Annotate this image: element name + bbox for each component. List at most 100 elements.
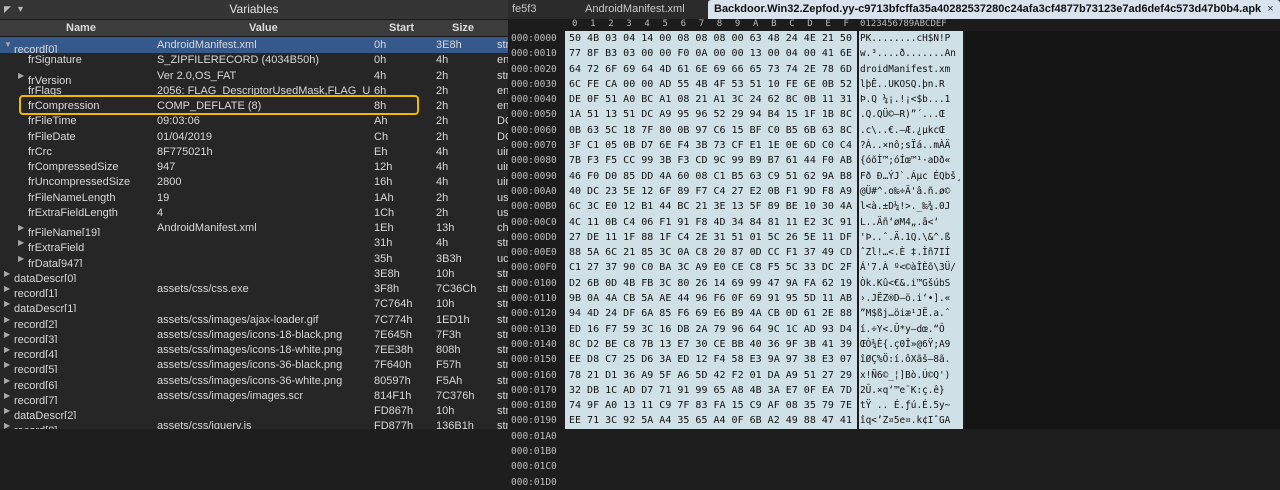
hex-row[interactable]: D2 6B 0D 4B FB 3C 80 26 14 69 99 47 9A F…: [565, 276, 857, 291]
hex-row[interactable]: DE 0F 51 A0 BC A1 08 21 A1 3C 24 62 8C 0…: [565, 92, 857, 107]
collapse-triangle-icon[interactable]: ◤: [4, 0, 11, 19]
tree-collapsed-icon[interactable]: ▶: [4, 418, 14, 429]
variable-row[interactable]: ▶frVersionVer 2.0,OS_FAT4h2hstr: [0, 68, 508, 84]
variable-row[interactable]: ▶record[3]assets/css/images/icons-18-bla…: [0, 327, 508, 343]
variable-row[interactable]: frFileNameLength191Ah2hush: [0, 190, 508, 206]
ascii-row[interactable]: L..Äñ‘øM4„.â<‘: [859, 215, 963, 230]
ascii-row[interactable]: .Q.QÜ©–R)”´...Œ: [859, 107, 963, 122]
variable-row[interactable]: frFileTime09:03:06Ah2hDO: [0, 113, 508, 129]
column-header-value[interactable]: Value: [249, 22, 278, 34]
hex-row[interactable]: 7B F3 F5 CC 99 3B F3 CD 9C 99 B9 B7 61 4…: [565, 153, 857, 168]
ascii-row[interactable]: Þ.Q ¼¡.!¡<$b...1: [859, 92, 963, 107]
hex-row[interactable]: 78 21 D1 36 A9 5F A6 5D 42 F2 01 DA A9 5…: [565, 368, 857, 383]
ascii-row[interactable]: Òk.Kû<€&.i™GšúbS: [859, 276, 963, 291]
ascii-row[interactable]: îq<’Z¤5e¤.k¢IˆGA: [859, 413, 963, 428]
tree-collapsed-icon[interactable]: ▶: [4, 266, 14, 282]
variable-row[interactable]: frCompressedSize94712h4huin: [0, 159, 508, 175]
hex-row[interactable]: ED 16 F7 59 3C 16 DB 2A 79 96 64 9C 1C A…: [565, 322, 857, 337]
ascii-row[interactable]: Á'7.À º<©àÎÈõ\3Ü/: [859, 260, 963, 275]
hex-row[interactable]: 64 72 6F 69 64 4D 61 6E 69 66 65 73 74 2…: [565, 62, 857, 77]
tree-collapsed-icon[interactable]: ▶: [18, 235, 28, 251]
variable-row[interactable]: ▼record[0]AndroidManifest.xml0h3E8hstr: [0, 37, 508, 53]
ascii-row[interactable]: l<à.±D¼!>._‰¾.0J: [859, 199, 963, 214]
hex-row[interactable]: 4C 11 0B C4 06 F1 91 F8 4D 34 84 81 11 E…: [565, 215, 857, 230]
close-tab-icon[interactable]: ×: [1267, 3, 1273, 15]
variable-row[interactable]: ▶dataDescr[0]3E8h10hstr: [0, 266, 508, 282]
variable-row[interactable]: frSignatureS_ZIPFILERECORD (4034B50h)0h4…: [0, 52, 508, 68]
hex-row[interactable]: 9B 0A 4A CB 5A AE 44 96 F6 0F 69 91 95 5…: [565, 291, 857, 306]
hex-row[interactable]: 94 4D 24 DF 6A 85 F6 69 E6 B9 4A CB 0D 6…: [565, 306, 857, 321]
panel-menu-chevron-icon[interactable]: ▾: [18, 0, 23, 19]
column-header-start[interactable]: Start: [389, 22, 414, 34]
hex-bytes-area[interactable]: 50 4B 03 04 14 00 08 08 08 00 63 48 24 4…: [565, 31, 857, 429]
tree-collapsed-icon[interactable]: ▶: [4, 342, 14, 358]
hex-row[interactable]: 88 5A 6C 21 85 3C 0A C8 20 87 0D CC F1 3…: [565, 245, 857, 260]
variable-row[interactable]: ▶record[2]assets/css/images/ajax-loader.…: [0, 312, 508, 328]
tree-collapsed-icon[interactable]: ▶: [4, 388, 14, 404]
variable-row[interactable]: ▶record[8]assets/css/jquery.jsFD877h136B…: [0, 418, 508, 429]
hex-row[interactable]: C1 27 37 90 C0 BA 3C A9 E0 CE C8 F5 5C 3…: [565, 260, 857, 275]
variable-row[interactable]: ▶record[4]assets/css/images/icons-18-whi…: [0, 342, 508, 358]
hex-row[interactable]: 6C FE CA 00 00 AD 55 4B 4F 53 51 10 FE 6…: [565, 77, 857, 92]
variable-row[interactable]: frFileDate01/04/2019Ch2hDO: [0, 129, 508, 145]
ascii-row[interactable]: PK........cH$N!P: [859, 31, 963, 46]
ascii-row[interactable]: .c\..€.—Æ.¿µkcŒ: [859, 123, 963, 138]
variable-row[interactable]: ▶frFileName[19]AndroidManifest.xml1Eh13h…: [0, 220, 508, 236]
tree-collapsed-icon[interactable]: ▶: [4, 327, 14, 343]
variable-row[interactable]: ▶record[7]assets/css/images/images.scr81…: [0, 388, 508, 404]
ascii-row[interactable]: Fð Ð…ÝJ`.Áµc ÉQbš¸: [859, 169, 963, 184]
variable-row[interactable]: ▶dataDescr[1]7C764h10hstr: [0, 296, 508, 312]
hex-row[interactable]: 6C 3C E0 12 B1 44 BC 21 3E 13 5F 89 BE 1…: [565, 199, 857, 214]
tree-collapsed-icon[interactable]: ▶: [4, 312, 14, 328]
tab-backdoor-apk[interactable]: Backdoor.Win32.Zepfod.yy-c9713bfcffa35a4…: [708, 0, 1280, 19]
column-header-name[interactable]: Name: [66, 22, 96, 34]
ascii-row[interactable]: í.÷Y<.Û*y–dœ.­“Ô: [859, 322, 963, 337]
tree-collapsed-icon[interactable]: ▶: [18, 68, 28, 84]
variable-row[interactable]: ▶frExtraField31h4hstr: [0, 235, 508, 251]
tree-collapsed-icon[interactable]: ▶: [4, 296, 14, 312]
hex-row[interactable]: 27 DE 11 1F 88 1F C4 2E 31 51 01 5C 26 5…: [565, 230, 857, 245]
ascii-row[interactable]: x!Ñ6©_¦]Bò.Ú©Q'): [859, 368, 963, 383]
hex-row[interactable]: 40 DC 23 5E 12 6F 89 F7 C4 27 E2 0B F1 9…: [565, 184, 857, 199]
hex-row[interactable]: 46 F0 D0 85 DD 4A 60 08 C1 B5 63 C9 51 6…: [565, 169, 857, 184]
ascii-row[interactable]: lþÊ..­UKOSQ.þn.R: [859, 77, 963, 92]
variable-row[interactable]: ▶record[5]assets/css/images/icons-36-bla…: [0, 357, 508, 373]
hex-row[interactable]: 0B 63 5C 18 7F 80 0B 97 C6 15 BF C0 B5 6…: [565, 123, 857, 138]
tab-fe5f3[interactable]: fe5f3: [512, 0, 536, 19]
hex-row[interactable]: EE 71 3C 92 5A A4 35 65 A4 0F 6B A2 49 8…: [565, 413, 857, 428]
ascii-row[interactable]: ”M$ßj…öiæ¹JË.a.ˆ: [859, 306, 963, 321]
hex-row[interactable]: 77 8F B3 03 00 00 F0 0A 00 00 13 00 04 0…: [565, 46, 857, 61]
ascii-row[interactable]: 2Û.­×q‘™e¨K:ç.ê}: [859, 383, 963, 398]
tree-collapsed-icon[interactable]: ▶: [4, 373, 14, 389]
hex-row[interactable]: 74 9F A0 13 11 C9 7F 83 FA 15 C9 AF 08 3…: [565, 398, 857, 413]
tree-collapsed-icon[interactable]: ▶: [4, 357, 14, 373]
ascii-area[interactable]: PK........cH$N!Pw.³....ð.......AndroidMa…: [859, 31, 963, 429]
variable-row[interactable]: ▶record[6]assets/css/images/icons-36-whi…: [0, 373, 508, 389]
ascii-row[interactable]: ŒÒ¾È{.ç0Î»@6Ÿ;A9: [859, 337, 963, 352]
hex-row[interactable]: 3F C1 05 0B D7 6E F4 3B 73 CF E1 1E 0E 6…: [565, 138, 857, 153]
variable-row[interactable]: ▶dataDescr[2]FD867h10hstr: [0, 403, 508, 419]
tree-collapsed-icon[interactable]: ▶: [18, 220, 28, 236]
ascii-row[interactable]: droidManifest.xm: [859, 62, 963, 77]
ascii-row[interactable]: ›.JËZ®D–ö.i‘•].«: [859, 291, 963, 306]
variable-row[interactable]: frUncompressedSize280016h4huin: [0, 174, 508, 190]
ascii-row[interactable]: ˆZl!…<.È ‡.Ìñ7IÍ: [859, 245, 963, 260]
hex-row[interactable]: 50 4B 03 04 14 00 08 08 08 00 63 48 24 4…: [565, 31, 857, 46]
ascii-row[interactable]: tŸ .. É.ƒú.É.5y~: [859, 398, 963, 413]
ascii-row[interactable]: @Ü#^.o‰÷Ä'â.ñ.ø©: [859, 184, 963, 199]
hex-row[interactable]: 8C D2 BE C8 7B 13 E7 30 CE BB 40 36 9F 3…: [565, 337, 857, 352]
tree-collapsed-icon[interactable]: ▶: [4, 403, 14, 419]
ascii-row[interactable]: ?Á..×nô;sÏá..mÀÄ: [859, 138, 963, 153]
ascii-row[interactable]: {óõÌ™;óÍœ™¹·aDð«: [859, 153, 963, 168]
tab-androidmanifest[interactable]: AndroidManifest.xml: [585, 0, 685, 19]
variable-row[interactable]: frExtraFieldLength41Ch2hush: [0, 205, 508, 221]
ascii-row[interactable]: 'Þ..ˆ.Ä.1Q.\&^.ß: [859, 230, 963, 245]
variable-row[interactable]: ▶frData[947]35h3B3huch: [0, 251, 508, 267]
ascii-row[interactable]: w.³....ð.......An: [859, 46, 963, 61]
hex-row[interactable]: 1A 51 13 51 DC A9 95 96 52 29 94 B4 15 1…: [565, 107, 857, 122]
hex-row[interactable]: EE D8 C7 25 D6 3A ED 12 F4 58 E3 9A 97 3…: [565, 352, 857, 367]
variable-row[interactable]: frCrc8F775021hEh4huin: [0, 144, 508, 160]
hex-row[interactable]: 32 DB 1C AD D7 71 91 99 65 A8 4B 3A E7 0…: [565, 383, 857, 398]
column-header-size[interactable]: Size: [452, 22, 474, 34]
tree-collapsed-icon[interactable]: ▶: [4, 281, 14, 297]
